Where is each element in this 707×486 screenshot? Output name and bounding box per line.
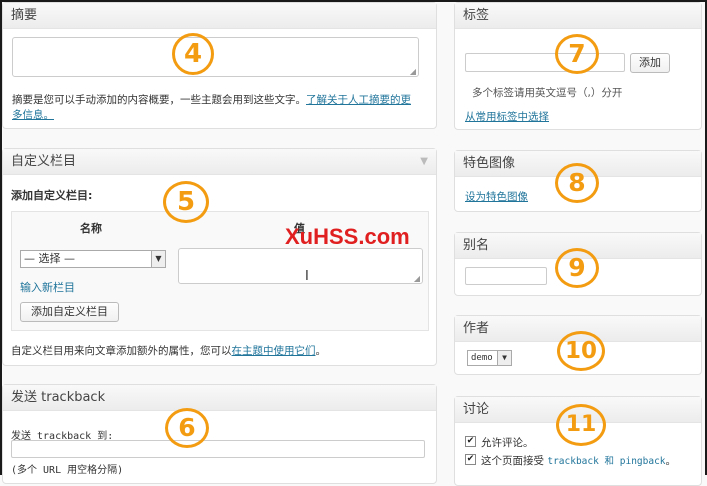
custom-fields-footer-text: 自定义栏目用来向文章添加额外的属性，您可以: [11, 345, 232, 357]
enter-new-field-link[interactable]: 输入新栏目: [20, 279, 75, 295]
resize-grip-icon[interactable]: ◢: [414, 275, 420, 283]
add-custom-field-button[interactable]: 添加自定义栏目: [20, 302, 119, 322]
tags-hint: 多个标签请用英文逗号（,）分开: [472, 87, 623, 99]
trackback-pingback-link[interactable]: trackback 和 pingback: [547, 456, 665, 467]
custom-fields-footer: 自定义栏目用来向文章添加额外的属性，您可以在主题中使用它们。: [11, 343, 326, 358]
custom-fields-title: 自定义栏目: [11, 154, 77, 169]
watermark-text: XuHSS.com: [285, 224, 410, 249]
badge-7: 7: [555, 34, 599, 74]
author-select-value: demo: [471, 353, 493, 363]
custom-field-key-value: — 选择 —: [24, 252, 75, 265]
author-select[interactable]: demo ▼: [467, 350, 512, 366]
excerpt-help-text: 摘要是您可以手动添加的内容概要，一些主题会用到这些文字。: [12, 94, 306, 106]
resize-grip-icon[interactable]: ◢: [410, 68, 416, 76]
badge-5: 5: [163, 181, 209, 223]
trackback-title: 发送 trackback: [11, 390, 106, 405]
tags-title: 标签: [463, 8, 490, 23]
badge-8: 8: [555, 163, 599, 203]
choose-popular-tags-link[interactable]: 从常用标签中选择: [465, 109, 549, 124]
allow-trackbacks-label: 这个页面接受 trackback 和 pingback。: [481, 453, 676, 468]
excerpt-title: 摘要: [11, 8, 38, 23]
toggle-arrow-icon[interactable]: ▼: [420, 149, 428, 175]
badge-10: 10: [557, 331, 605, 371]
discussion-title: 讨论: [463, 402, 490, 417]
set-featured-image-link[interactable]: 设为特色图像: [465, 189, 528, 204]
trackback-header[interactable]: 发送 trackback: [3, 385, 436, 411]
trackback-input[interactable]: [11, 440, 425, 458]
author-title: 作者: [463, 321, 490, 336]
excerpt-textarea[interactable]: ◢: [12, 37, 419, 77]
allow-trackbacks-prefix: 这个页面接受: [481, 455, 548, 467]
chevron-down-icon[interactable]: ▼: [151, 251, 165, 267]
excerpt-help-link[interactable]: 了解关于人工摘要的更: [306, 94, 411, 106]
custom-field-value-textarea[interactable]: ◢: [178, 248, 423, 284]
column-header-name: 名称: [80, 222, 102, 235]
custom-field-key-select[interactable]: — 选择 — ▼: [20, 250, 166, 268]
tags-header[interactable]: 标签: [455, 3, 701, 29]
allow-trackbacks-suffix: 。: [665, 455, 677, 467]
text-cursor-icon: I: [305, 269, 309, 284]
trackback-panel: 发送 trackback 发送 trackback 到: (多个 URL 用空格…: [2, 384, 437, 484]
badge-4: 4: [172, 33, 214, 75]
custom-fields-header[interactable]: 自定义栏目 ▼: [3, 149, 436, 175]
allow-comments-checkbox[interactable]: ✔: [465, 436, 476, 447]
custom-fields-add-heading: 添加自定义栏目:: [11, 189, 93, 202]
trackback-hint: (多个 URL 用空格分隔): [11, 465, 124, 476]
custom-fields-footer-link[interactable]: 在主题中使用它们: [232, 345, 316, 357]
featured-image-title: 特色图像: [463, 156, 516, 171]
excerpt-help-link-cont[interactable]: 多信息。: [12, 109, 54, 121]
tag-input[interactable]: [465, 53, 625, 72]
custom-fields-panel: 自定义栏目 ▼ 添加自定义栏目: 名称 值 — 选择 — ▼ ◢ I 输入新栏目 添…: [2, 148, 437, 366]
badge-6: 6: [165, 408, 209, 448]
excerpt-panel: 摘要 ◢ 摘要是您可以手动添加的内容概要，一些主题会用到这些文字。了解关于人工摘…: [2, 2, 437, 129]
badge-11: 11: [556, 404, 606, 446]
custom-fields-footer-end: 。: [315, 345, 327, 357]
allow-trackbacks-checkbox[interactable]: ✔: [465, 454, 476, 465]
badge-9: 9: [555, 248, 599, 288]
excerpt-help: 摘要是您可以手动添加的内容概要，一些主题会用到这些文字。了解关于人工摘要的更 多…: [12, 93, 427, 123]
excerpt-header[interactable]: 摘要: [3, 3, 436, 29]
allow-comments-label: 允许评论。: [481, 437, 534, 449]
add-tag-button[interactable]: 添加: [630, 53, 670, 73]
slug-title: 别名: [463, 238, 490, 253]
slug-input[interactable]: [465, 267, 547, 285]
chevron-down-icon[interactable]: ▼: [497, 351, 511, 365]
